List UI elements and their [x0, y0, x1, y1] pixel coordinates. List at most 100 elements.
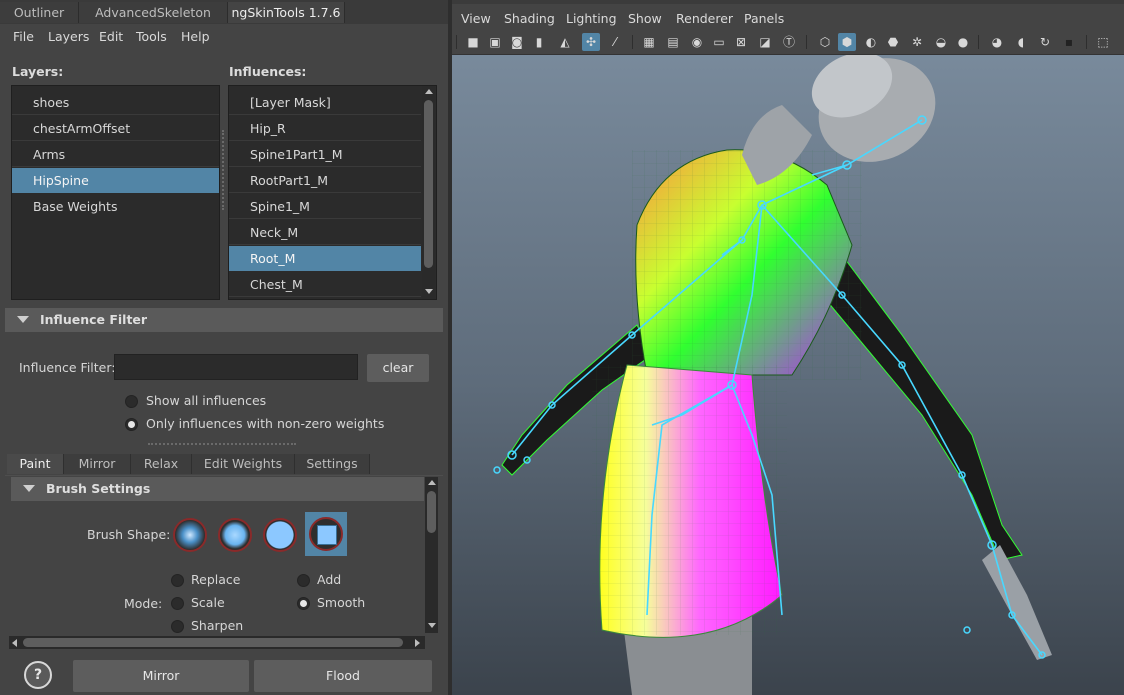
tab-ngskintools[interactable]: ngSkinTools 1.7.6 [228, 2, 345, 23]
viewport-menu-bar: View Shading Lighting Show Renderer Pane… [452, 0, 1124, 30]
influence-item[interactable]: Chest_M [229, 272, 421, 297]
medium-brush-icon[interactable] [218, 518, 252, 552]
flat-shade-icon[interactable]: ◐ [862, 33, 880, 51]
ambient-occlusion-icon[interactable]: ● [954, 33, 972, 51]
panel-splitter-handle[interactable] [148, 443, 296, 445]
camera-attr-icon[interactable]: ▣ [486, 33, 504, 51]
influence-item[interactable]: RootPart1_M [229, 168, 421, 193]
influence-item[interactable]: Spine1Part1_M [229, 142, 421, 167]
layers-label: Layers: [12, 64, 64, 79]
layer-item[interactable]: Base Weights [12, 194, 219, 219]
brush-settings-header[interactable]: Brush Settings [11, 477, 424, 501]
influences-list[interactable]: [Layer Mask] Hip_R Spine1Part1_M RootPar… [228, 85, 437, 300]
tab-advancedskeleton[interactable]: AdvancedSkeleton [79, 2, 228, 23]
grid-icon[interactable]: ▦ [640, 33, 658, 51]
scroll-thumb[interactable] [424, 100, 433, 268]
tab-paint[interactable]: Paint [7, 454, 64, 474]
safe-action-icon[interactable]: ◪ [756, 33, 774, 51]
mirror-button[interactable]: Mirror [73, 660, 249, 692]
mode-scale-radio[interactable] [171, 597, 184, 610]
bookmark-icon[interactable]: ▮ [530, 33, 548, 51]
solid-brush-icon[interactable] [263, 518, 297, 552]
vp-menu-renderer[interactable]: Renderer [676, 10, 733, 28]
tab-mirror[interactable]: Mirror [64, 454, 131, 474]
paint-scrollbar-h[interactable] [9, 636, 425, 649]
influences-scrollbar[interactable] [422, 86, 435, 299]
mode-add-radio[interactable] [297, 574, 310, 587]
snap-icon[interactable]: ✣ [582, 33, 600, 51]
influence-item[interactable]: Spine1_M [229, 194, 421, 219]
menu-tools[interactable]: Tools [136, 28, 167, 46]
camera-lock-icon[interactable]: ◙ [508, 33, 526, 51]
influence-item[interactable]: Neck_M [229, 220, 421, 245]
vp-menu-panels[interactable]: Panels [744, 10, 784, 28]
influence-filter-header[interactable]: Influence Filter [5, 308, 443, 332]
menu-layers[interactable]: Layers [48, 28, 89, 46]
scroll-up-icon[interactable] [428, 480, 436, 485]
vp-menu-shading[interactable]: Shading [504, 10, 555, 28]
nonzero-radio[interactable] [125, 418, 138, 431]
motion-blur-icon[interactable]: ◕ [988, 33, 1006, 51]
tab-settings[interactable]: Settings [295, 454, 370, 474]
help-icon[interactable]: ? [24, 661, 52, 689]
scroll-thumb[interactable] [23, 638, 403, 647]
list-splitter-handle[interactable] [222, 130, 227, 210]
menu-edit[interactable]: Edit [99, 28, 123, 46]
film-gate-icon[interactable]: ▤ [664, 33, 682, 51]
field-chart-icon[interactable]: ⊠ [732, 33, 750, 51]
mode-label: Mode: [124, 596, 163, 611]
tab-relax[interactable]: Relax [131, 454, 192, 474]
flood-button[interactable]: Flood [254, 660, 432, 692]
layers-list[interactable]: shoes chestArmOffset Arms HipSpine Base … [11, 85, 220, 300]
gate-mask-icon[interactable]: ▭ [710, 33, 728, 51]
toolbar-separator [456, 35, 457, 49]
image-plane-icon[interactable]: ◭ [556, 33, 574, 51]
shadows-icon[interactable]: ◒ [932, 33, 950, 51]
layer-item[interactable]: shoes [12, 90, 219, 115]
influence-item[interactable]: Hip_R [229, 116, 421, 141]
ngskintools-panel: Outliner AdvancedSkeleton ngSkinTools 1.… [0, 0, 448, 695]
vp-menu-show[interactable]: Show [628, 10, 662, 28]
square-brush-button[interactable] [305, 512, 347, 556]
antialias-icon[interactable]: ◖ [1012, 33, 1030, 51]
square-shape [317, 525, 337, 545]
lights-icon[interactable]: ✲ [908, 33, 926, 51]
wireframe-icon[interactable]: ⬡ [816, 33, 834, 51]
vp-menu-lighting[interactable]: Lighting [566, 10, 617, 28]
scroll-down-icon[interactable] [428, 623, 436, 628]
influence-item[interactable]: [Layer Mask] [229, 90, 421, 115]
paint-scrollbar-v[interactable] [425, 477, 438, 633]
scroll-down-icon[interactable] [425, 289, 433, 294]
show-all-radio[interactable] [125, 395, 138, 408]
layer-item[interactable]: chestArmOffset [12, 116, 219, 141]
scroll-left-icon[interactable] [12, 639, 17, 647]
isolate-icon[interactable]: ↻ [1036, 33, 1054, 51]
brush-tool-icon[interactable]: ⁄ [606, 33, 624, 51]
layer-item[interactable]: Arms [12, 142, 219, 167]
menu-file[interactable]: File [13, 28, 34, 46]
scroll-right-icon[interactable] [415, 639, 420, 647]
layer-item-selected[interactable]: HipSpine [12, 168, 219, 193]
viewport-3d[interactable]: View Shading Lighting Show Renderer Pane… [452, 0, 1124, 695]
scroll-thumb[interactable] [427, 491, 436, 533]
menu-help[interactable]: Help [181, 28, 210, 46]
influence-filter-input[interactable] [114, 354, 358, 380]
influence-item-selected[interactable]: Root_M [229, 246, 421, 271]
skinned-character-render [493, 55, 1052, 695]
smooth-shade-icon[interactable]: ⬢ [838, 33, 856, 51]
xray-icon[interactable]: ▪ [1060, 33, 1078, 51]
resolution-gate-icon[interactable]: ◉ [688, 33, 706, 51]
scroll-up-icon[interactable] [425, 89, 433, 94]
vp-menu-view[interactable]: View [461, 10, 491, 28]
camera-icon[interactable]: ■ [464, 33, 482, 51]
mode-replace-radio[interactable] [171, 574, 184, 587]
mode-smooth-radio[interactable] [297, 597, 310, 610]
safe-title-icon[interactable]: Ⓣ [780, 33, 798, 51]
textured-icon[interactable]: ⬣ [884, 33, 902, 51]
mode-sharpen-radio[interactable] [171, 620, 184, 633]
soft-brush-icon[interactable] [173, 518, 207, 552]
clear-button[interactable]: clear [367, 354, 429, 382]
tab-edit-weights[interactable]: Edit Weights [192, 454, 295, 474]
tab-outliner[interactable]: Outliner [0, 2, 79, 23]
panel-layout-icon[interactable]: ⬚ [1094, 33, 1112, 51]
